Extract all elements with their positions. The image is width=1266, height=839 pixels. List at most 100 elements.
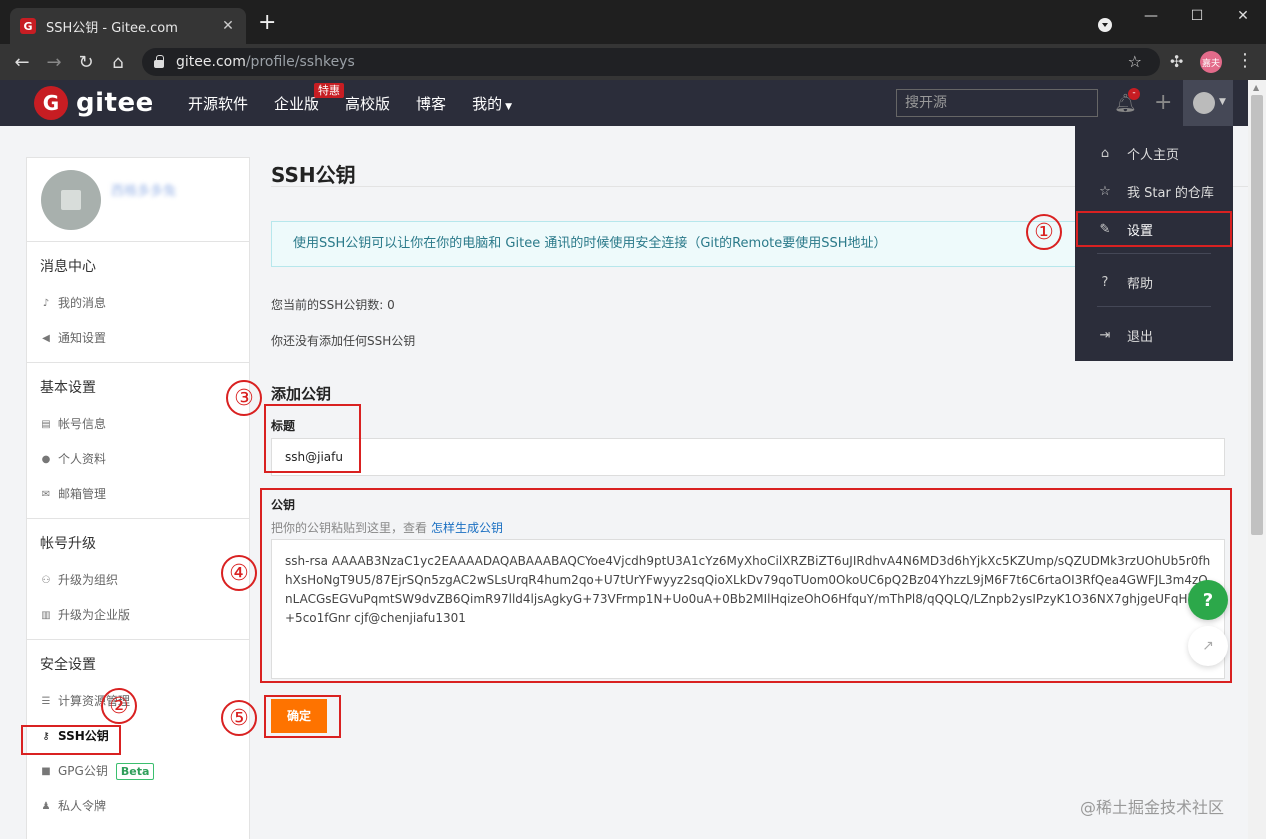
annotation-box-confirm — [264, 695, 341, 738]
forward-icon[interactable]: → — [42, 50, 66, 74]
main-nav: 开源软件 企业版 特惠 高校版 博客 我的 ▼ — [188, 80, 538, 126]
user-menu-button[interactable]: ▼ — [1183, 80, 1233, 126]
tab-title: SSH公钥 - Gitee.com — [46, 20, 178, 36]
annotation-box-title — [264, 404, 361, 473]
star-icon: ☆ — [1099, 183, 1111, 199]
annotation-number: ③ — [226, 380, 262, 416]
sidebar-item-upgrade-org[interactable]: ⚇ 升级为组织 — [27, 563, 249, 598]
sidebar-item-notification-settings[interactable]: ◀ 通知设置 — [27, 321, 249, 356]
menu-item-logout[interactable]: ⇥ 退出 — [1075, 317, 1233, 353]
annotation-box-ssh — [21, 725, 121, 755]
watermark: @稀土掘金技术社区 — [1080, 798, 1225, 817]
annotation-number: ⑤ — [221, 700, 257, 736]
nav-blog[interactable]: 博客 — [416, 93, 446, 114]
close-tab-icon[interactable]: ✕ — [220, 18, 236, 34]
sidebar-item-label: 升级为企业版 — [58, 608, 131, 622]
gitee-logo-icon: G — [34, 86, 68, 120]
speaker-icon: ◀ — [42, 333, 50, 344]
back-icon[interactable]: ← — [10, 50, 34, 74]
menu-item-homepage[interactable]: ⌂ 个人主页 — [1075, 135, 1233, 171]
url-host: gitee.com — [176, 54, 246, 70]
key-count: 您当前的SSH公钥数: 0 — [271, 298, 395, 312]
bookmark-star-icon[interactable]: ☆ — [1128, 52, 1142, 71]
sidebar-section-messages: 消息中心 ♪ 我的消息 ◀ 通知设置 — [27, 242, 249, 363]
sidebar-item-email[interactable]: ✉ 邮箱管理 — [27, 477, 249, 512]
scroll-thumb[interactable] — [1251, 95, 1263, 535]
sidebar-item-label: 升级为组织 — [58, 573, 119, 587]
gitee-favicon-icon: G — [20, 18, 36, 34]
logout-icon: ⇥ — [1099, 327, 1111, 343]
sidebar-item-upgrade-enterprise[interactable]: ▥ 升级为企业版 — [27, 598, 249, 633]
browser-tab[interactable]: G SSH公钥 - Gitee.com ✕ — [10, 8, 246, 44]
menu-item-label: 帮助 — [1127, 276, 1154, 292]
nav-mine[interactable]: 我的 ▼ — [472, 93, 512, 114]
url-path: /profile/sshkeys — [245, 54, 355, 70]
bell-icon: ♪ — [42, 298, 50, 309]
minimize-icon[interactable]: — — [1128, 0, 1174, 32]
sidebar-profile: 西格多多兔 — [27, 158, 249, 242]
section-title: 基本设置 — [40, 380, 96, 396]
scroll-up-icon[interactable]: ▲ — [1253, 83, 1259, 92]
search-input[interactable]: 搜开源 — [896, 89, 1098, 117]
avatar[interactable] — [41, 170, 101, 230]
sidebar-item-gpg-keys[interactable]: ■ GPG公钥 Beta — [27, 754, 249, 789]
maximize-icon[interactable]: ☐ — [1174, 0, 1220, 32]
address-bar[interactable]: gitee.com/profile/sshkeys ☆ — [142, 48, 1160, 76]
section-title: 安全设置 — [40, 657, 96, 673]
gitee-logo[interactable]: G gitee — [34, 86, 154, 120]
home-icon[interactable]: ⌂ — [106, 50, 130, 74]
notification-badge: - — [1128, 88, 1140, 100]
page-scrollbar[interactable]: ▲ — [1248, 80, 1266, 839]
browser-profile-avatar[interactable]: 嘉夫 — [1200, 51, 1222, 73]
empty-message: 你还没有添加任何SSH公钥 — [271, 334, 416, 348]
sidebar-item-label: GPG公钥 — [58, 764, 108, 778]
home-icon: ⌂ — [1100, 145, 1110, 161]
sidebar-item-account[interactable]: ▤ 帐号信息 — [27, 407, 249, 442]
info-message: 使用SSH公钥可以让你在你的电脑和 Gitee 通讯的时候使用安全连接（Git的… — [271, 221, 1091, 267]
nav-enterprise[interactable]: 企业版 特惠 — [274, 82, 345, 114]
browser-menu-icon[interactable]: ⋮ — [1236, 50, 1254, 71]
browser-titlebar: G SSH公钥 - Gitee.com ✕ + — ☐ ✕ — [0, 0, 1266, 44]
caret-down-icon: ▼ — [1219, 97, 1226, 107]
sidebar-item-my-messages[interactable]: ♪ 我的消息 — [27, 286, 249, 321]
new-tab-icon[interactable]: + — [258, 12, 276, 34]
sidebar-item-label: 帐号信息 — [58, 417, 107, 431]
menu-item-label: 个人主页 — [1127, 147, 1180, 163]
menu-item-help[interactable]: ? 帮助 — [1075, 264, 1233, 300]
nav-enterprise-label: 企业版 — [274, 94, 320, 113]
menu-item-label: 我 Star 的仓库 — [1127, 185, 1214, 201]
caret-down-icon: ▼ — [505, 101, 512, 112]
users-icon: ⚇ — [41, 575, 51, 586]
menu-item-starred[interactable]: ☆ 我 Star 的仓库 — [1075, 173, 1233, 209]
menu-item-label: 退出 — [1127, 329, 1154, 345]
annotation-number: ④ — [221, 555, 257, 591]
reload-icon[interactable]: ↻ — [74, 50, 98, 74]
sidebar-item-compute[interactable]: ☰ 计算资源管理 — [27, 684, 249, 719]
sidebar-item-tokens[interactable]: ♟ 私人令牌 — [27, 789, 249, 824]
page-title: SSH公钥 — [271, 163, 356, 187]
nav-mine-label: 我的 — [472, 94, 503, 113]
sidebar-item-label: 邮箱管理 — [58, 487, 107, 501]
create-plus-icon[interactable]: + — [1154, 90, 1172, 115]
sidebar-section-basic: 基本设置 ▤ 帐号信息 ● 个人资料 ✉ 邮箱管理 — [27, 363, 249, 519]
sidebar-item-label: 我的消息 — [58, 296, 107, 310]
annotation-number: ① — [1026, 214, 1062, 250]
user-icon: ● — [41, 454, 51, 465]
username[interactable]: 西格多多兔 — [111, 180, 176, 199]
help-icon: ? — [1101, 274, 1109, 290]
annotation-box-settings — [1076, 211, 1232, 247]
logo-text: gitee — [76, 88, 154, 118]
token-icon: ♟ — [41, 801, 51, 812]
sidebar-item-profile[interactable]: ● 个人资料 — [27, 442, 249, 477]
key-title-input[interactable]: ssh@jiafu — [271, 438, 1225, 476]
close-window-icon[interactable]: ✕ — [1220, 0, 1266, 32]
nav-education[interactable]: 高校版 — [345, 93, 390, 114]
browser-toolbar: ← → ↻ ⌂ gitee.com/profile/sshkeys ☆ ✣ 嘉夫… — [0, 44, 1266, 80]
tab-search-icon[interactable] — [1098, 18, 1112, 32]
nav-opensource[interactable]: 开源软件 — [188, 93, 248, 114]
sidebar-item-label: 私人令牌 — [58, 799, 107, 813]
site-header: G gitee 开源软件 企业版 特惠 高校版 博客 我的 ▼ 搜开源 🔔︎ - +… — [0, 80, 1248, 126]
window-controls: — ☐ ✕ — [1128, 0, 1266, 32]
section-title: 消息中心 — [40, 259, 96, 275]
extensions-icon[interactable]: ✣ — [1170, 52, 1183, 71]
